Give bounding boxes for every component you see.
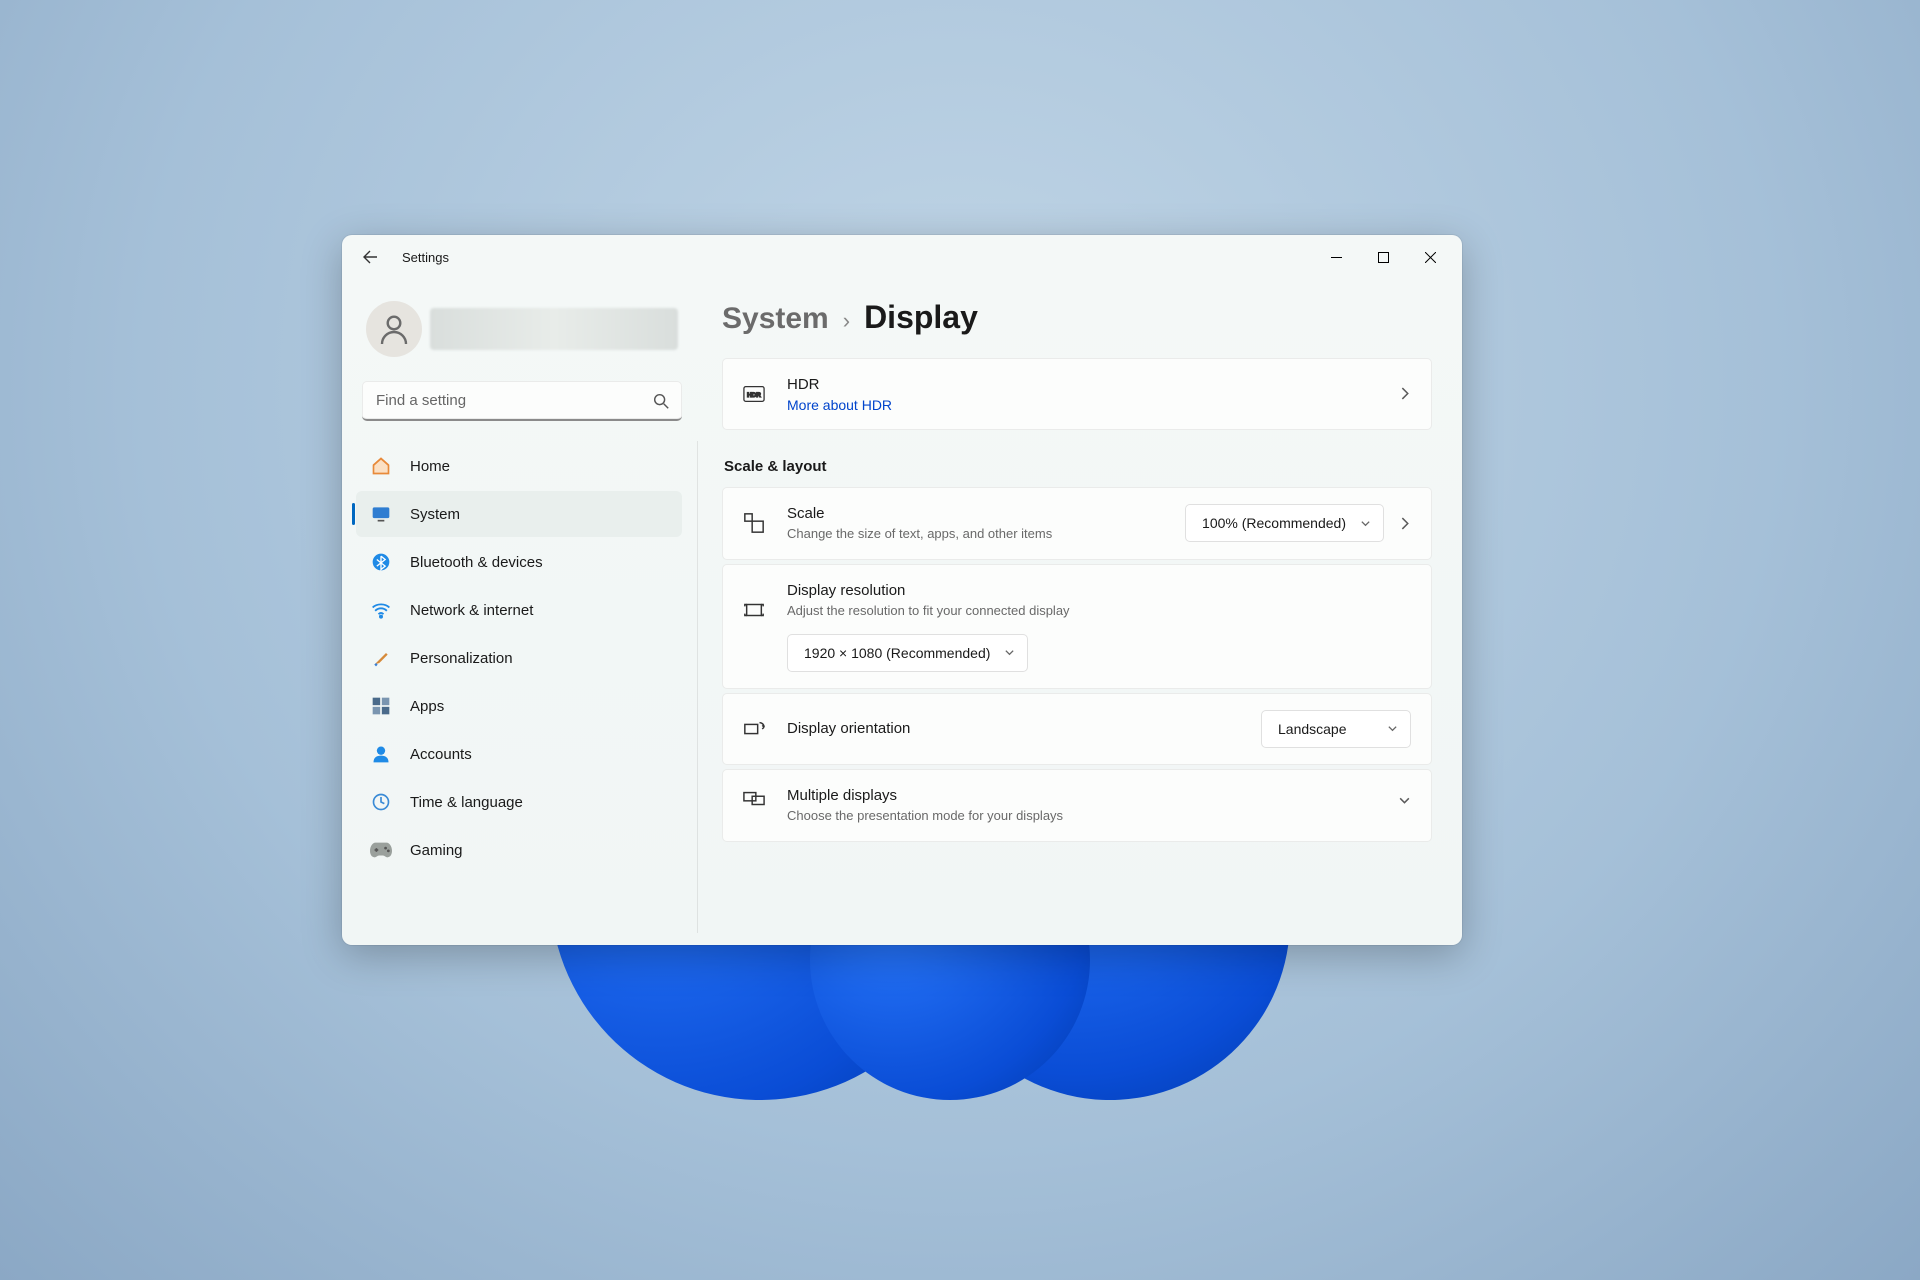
hdr-row[interactable]: HDR HDR More about HDR <box>722 358 1432 430</box>
multi-sub: Choose the presentation mode for your di… <box>787 807 1384 825</box>
breadcrumb-current: Display <box>864 299 978 336</box>
scale-dropdown[interactable]: 100% (Recommended) <box>1185 504 1384 542</box>
scale-sub: Change the size of text, apps, and other… <box>787 525 1185 543</box>
close-button[interactable] <box>1407 235 1454 279</box>
apps-icon <box>370 695 392 717</box>
sidebar-item-apps[interactable]: Apps <box>356 683 682 729</box>
hdr-icon: HDR <box>743 383 765 405</box>
system-icon <box>370 503 392 525</box>
multi-title: Multiple displays <box>787 786 1384 806</box>
orientation-title: Display orientation <box>787 719 1261 739</box>
settings-window: Settings Home <box>342 235 1462 945</box>
chevron-right-icon <box>1398 517 1411 530</box>
sidebar-item-label: Home <box>410 458 450 475</box>
search-input[interactable] <box>362 381 682 421</box>
chevron-down-icon <box>1360 518 1371 529</box>
orientation-icon <box>743 718 765 740</box>
search-field[interactable] <box>362 381 682 421</box>
sidebar-item-label: Bluetooth & devices <box>410 554 543 571</box>
breadcrumb: System › Display <box>722 299 1438 336</box>
profile-section[interactable] <box>346 291 698 381</box>
sidebar: Home System Bluetooth & devices Network … <box>342 279 698 945</box>
resolution-row[interactable]: Display resolution Adjust the resolution… <box>722 564 1432 689</box>
sidebar-item-label: Apps <box>410 698 444 715</box>
chevron-down-icon <box>1398 794 1411 807</box>
scale-row[interactable]: Scale Change the size of text, apps, and… <box>722 487 1432 560</box>
search-icon <box>652 392 670 410</box>
resolution-sub: Adjust the resolution to fit your connec… <box>787 602 1411 620</box>
hdr-title: HDR <box>787 375 1384 395</box>
sidebar-item-personalization[interactable]: Personalization <box>356 635 682 681</box>
orientation-dropdown[interactable]: Landscape <box>1261 710 1411 748</box>
chevron-down-icon <box>1387 723 1398 734</box>
main-panel: System › Display HDR HDR More about HDR … <box>698 279 1462 945</box>
orientation-value: Landscape <box>1278 721 1347 737</box>
minimize-button[interactable] <box>1313 235 1360 279</box>
sidebar-item-label: Personalization <box>410 650 513 667</box>
hdr-more-link[interactable]: More about HDR <box>787 397 1384 413</box>
back-arrow-icon <box>362 249 378 265</box>
scale-value: 100% (Recommended) <box>1202 515 1346 531</box>
content-scroll[interactable]: HDR HDR More about HDR Scale & layout Sc… <box>722 358 1438 945</box>
sidebar-item-home[interactable]: Home <box>356 443 682 489</box>
chevron-down-icon <box>1004 647 1015 658</box>
bluetooth-icon <box>370 551 392 573</box>
sidebar-item-time-language[interactable]: Time & language <box>356 779 682 825</box>
svg-text:HDR: HDR <box>747 392 761 399</box>
clock-globe-icon <box>370 791 392 813</box>
back-button[interactable] <box>350 237 390 277</box>
resolution-icon <box>743 599 765 621</box>
paintbrush-icon <box>370 647 392 669</box>
window-title: Settings <box>402 250 449 265</box>
sidebar-item-label: Accounts <box>410 746 472 763</box>
profile-name-redacted <box>430 308 678 350</box>
sidebar-item-accounts[interactable]: Accounts <box>356 731 682 777</box>
sidebar-item-label: System <box>410 506 460 523</box>
sidebar-item-label: Gaming <box>410 842 463 859</box>
person-icon <box>370 743 392 765</box>
sidebar-item-label: Time & language <box>410 794 523 811</box>
resolution-title: Display resolution <box>787 581 1411 601</box>
multiple-displays-row[interactable]: Multiple displays Choose the presentatio… <box>722 769 1432 842</box>
multiple-displays-icon <box>743 788 765 810</box>
resolution-value: 1920 × 1080 (Recommended) <box>804 645 990 661</box>
wifi-icon <box>370 599 392 621</box>
scale-icon <box>743 512 765 534</box>
avatar <box>366 301 422 357</box>
sidebar-item-bluetooth[interactable]: Bluetooth & devices <box>356 539 682 585</box>
breadcrumb-parent[interactable]: System <box>722 302 829 336</box>
titlebar: Settings <box>342 235 1462 279</box>
home-icon <box>370 455 392 477</box>
gamepad-icon <box>370 839 392 861</box>
maximize-button[interactable] <box>1360 235 1407 279</box>
orientation-row[interactable]: Display orientation Landscape <box>722 693 1432 765</box>
scale-title: Scale <box>787 504 1185 524</box>
sidebar-item-network[interactable]: Network & internet <box>356 587 682 633</box>
sidebar-item-label: Network & internet <box>410 602 533 619</box>
resolution-dropdown[interactable]: 1920 × 1080 (Recommended) <box>787 634 1028 672</box>
sidebar-item-gaming[interactable]: Gaming <box>356 827 682 873</box>
nav-list: Home System Bluetooth & devices Network … <box>346 441 698 933</box>
sidebar-item-system[interactable]: System <box>356 491 682 537</box>
chevron-right-icon <box>1398 387 1411 400</box>
section-scale-layout: Scale & layout <box>724 458 1432 475</box>
chevron-right-icon: › <box>843 308 850 334</box>
